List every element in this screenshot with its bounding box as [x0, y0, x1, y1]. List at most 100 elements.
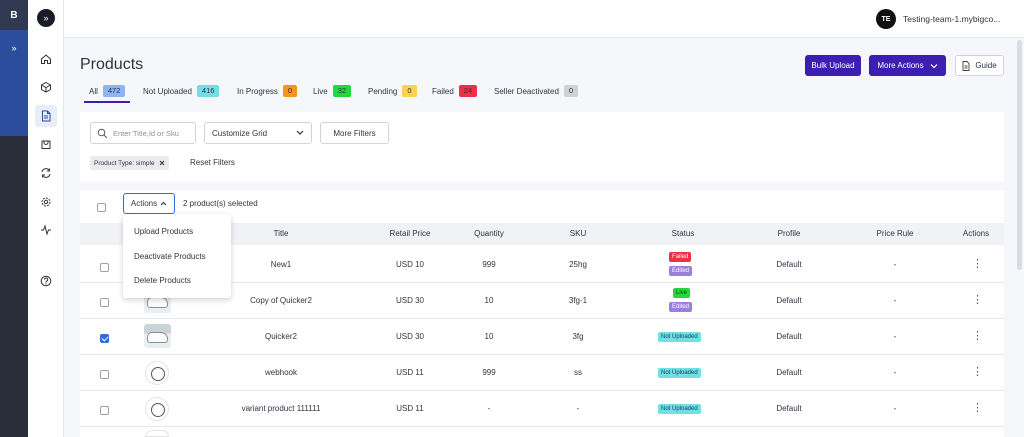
row-checkbox[interactable] [100, 406, 109, 415]
product-title[interactable]: webhook [221, 368, 341, 377]
document-icon [962, 60, 970, 71]
reset-filters-link[interactable]: Reset Filters [190, 158, 235, 167]
status-badge: Not Uploaded [658, 404, 701, 414]
product-thumbnail[interactable] [145, 430, 169, 437]
gear-icon[interactable] [35, 191, 57, 213]
filter-panel: Customize Grid More Filters Product Type… [80, 112, 1004, 182]
product-title[interactable]: Quicker2 [221, 332, 341, 341]
filter-chip-label: Product Type: simple [94, 159, 155, 167]
more-actions-label: More Actions [877, 61, 924, 70]
tab-label: Seller Deactivated [494, 86, 559, 96]
tab-all[interactable]: All 472 [89, 84, 126, 98]
profile: Default [776, 404, 802, 413]
sku: 3fg [572, 332, 584, 341]
column-profile[interactable]: Profile [769, 229, 809, 238]
icon-sidebar: » [28, 0, 64, 437]
product-thumbnail[interactable] [144, 324, 171, 348]
product-title[interactable]: Copy of Quicker2 [221, 296, 341, 305]
row-actions-kebab-icon[interactable]: ⋮ [972, 293, 983, 306]
count-badge: 0 [563, 85, 579, 97]
column-status[interactable]: Status [663, 229, 703, 238]
tab-label: All [89, 86, 98, 96]
expand-sidebar-button[interactable]: » [0, 30, 28, 136]
app-rail: B » [0, 0, 28, 437]
bulk-actions-button[interactable]: Actions [123, 193, 175, 214]
search-icon [97, 128, 108, 139]
avatar[interactable]: TE [876, 9, 896, 29]
retail-price: USD 30 [395, 332, 424, 341]
customize-grid-label: Customize Grid [212, 128, 268, 138]
status-badge: Not Uploaded [658, 368, 701, 378]
selection-count: 2 product(s) selected [183, 199, 258, 208]
column-sku[interactable]: SKU [560, 229, 596, 238]
product-title[interactable]: variant product 111111 [221, 404, 341, 413]
row-checkbox[interactable] [100, 370, 109, 379]
table-row: Quicker2 USD 30 10 3fg Not Uploaded Defa… [80, 319, 1004, 355]
help-icon[interactable] [35, 270, 57, 292]
tab-label: Pending [368, 86, 398, 96]
menu-item-delete-products[interactable]: Delete Products [134, 276, 191, 285]
status-badge: Failed [669, 252, 692, 262]
price-rule: - [893, 260, 897, 269]
select-all-checkbox[interactable] [97, 203, 106, 212]
customize-grid-select[interactable]: Customize Grid [204, 122, 312, 144]
document-icon[interactable] [35, 105, 57, 127]
row-checkbox[interactable] [100, 263, 109, 272]
guide-button[interactable]: Guide [955, 55, 1004, 76]
actions-label: Actions [130, 199, 158, 208]
quantity: 10 [484, 296, 494, 305]
row-actions-kebab-icon[interactable]: ⋮ [972, 365, 983, 378]
activity-icon[interactable] [35, 219, 57, 241]
product-thumbnail[interactable] [145, 397, 169, 421]
product-thumbnail[interactable] [145, 361, 169, 385]
collapse-toggle-button[interactable]: » [37, 9, 55, 27]
store-name[interactable]: Testing-team-1.mybigco... [903, 14, 1018, 24]
retail-price: USD 30 [395, 296, 424, 305]
chevron-down-icon [930, 63, 938, 68]
row-checkbox[interactable] [100, 334, 109, 343]
row-actions-kebab-icon[interactable]: ⋮ [972, 257, 983, 270]
rail-background [0, 136, 28, 437]
column-retail-price[interactable]: Retail Price [385, 229, 435, 238]
sync-icon[interactable] [35, 162, 57, 184]
profile: Default [776, 296, 802, 305]
shopping-bag-icon[interactable] [35, 133, 57, 155]
close-icon[interactable] [159, 160, 165, 166]
tab-label: Not Uploaded [143, 86, 192, 96]
count-badge: 472 [102, 85, 126, 97]
tab-failed[interactable]: Failed 24 [432, 84, 478, 98]
filter-chip: Product Type: simple [90, 156, 169, 170]
tab-pending[interactable]: Pending 0 [368, 84, 417, 98]
tab-in-progress[interactable]: In Progress 0 [237, 84, 298, 98]
price-rule: - [893, 404, 897, 413]
menu-item-deactivate-products[interactable]: Deactivate Products [134, 252, 206, 261]
row-checkbox[interactable] [100, 298, 109, 307]
menu-item-upload-products[interactable]: Upload Products [134, 227, 193, 236]
price-rule: - [893, 368, 897, 377]
chevron-down-icon [296, 130, 304, 135]
home-icon[interactable] [35, 48, 57, 70]
column-title[interactable]: Title [261, 229, 301, 238]
brand-logo: B [0, 0, 28, 30]
search-box [90, 122, 196, 144]
bulk-upload-button[interactable]: Bulk Upload [805, 55, 861, 76]
more-actions-button[interactable]: More Actions [869, 55, 946, 76]
product-title[interactable]: New1 [221, 260, 341, 269]
column-quantity[interactable]: Quantity [466, 229, 512, 238]
quantity: 10 [484, 332, 494, 341]
count-badge: 24 [458, 85, 478, 97]
tab-live[interactable]: Live 32 [313, 84, 352, 98]
price-rule: - [893, 332, 897, 341]
more-filters-button[interactable]: More Filters [320, 122, 389, 144]
box-icon[interactable] [35, 76, 57, 98]
tab-label: Failed [432, 86, 454, 96]
tab-seller-deactivated[interactable]: Seller Deactivated 0 [494, 84, 579, 98]
row-actions-kebab-icon[interactable]: ⋮ [972, 329, 983, 342]
row-actions-kebab-icon[interactable]: ⋮ [972, 401, 983, 414]
tab-not-uploaded[interactable]: Not Uploaded 416 [143, 84, 220, 98]
search-input[interactable] [113, 126, 193, 141]
page-scrollbar[interactable] [1017, 40, 1022, 270]
profile: Default [776, 332, 802, 341]
retail-price: USD 10 [395, 260, 424, 269]
column-price-rule[interactable]: Price Rule [870, 229, 920, 238]
